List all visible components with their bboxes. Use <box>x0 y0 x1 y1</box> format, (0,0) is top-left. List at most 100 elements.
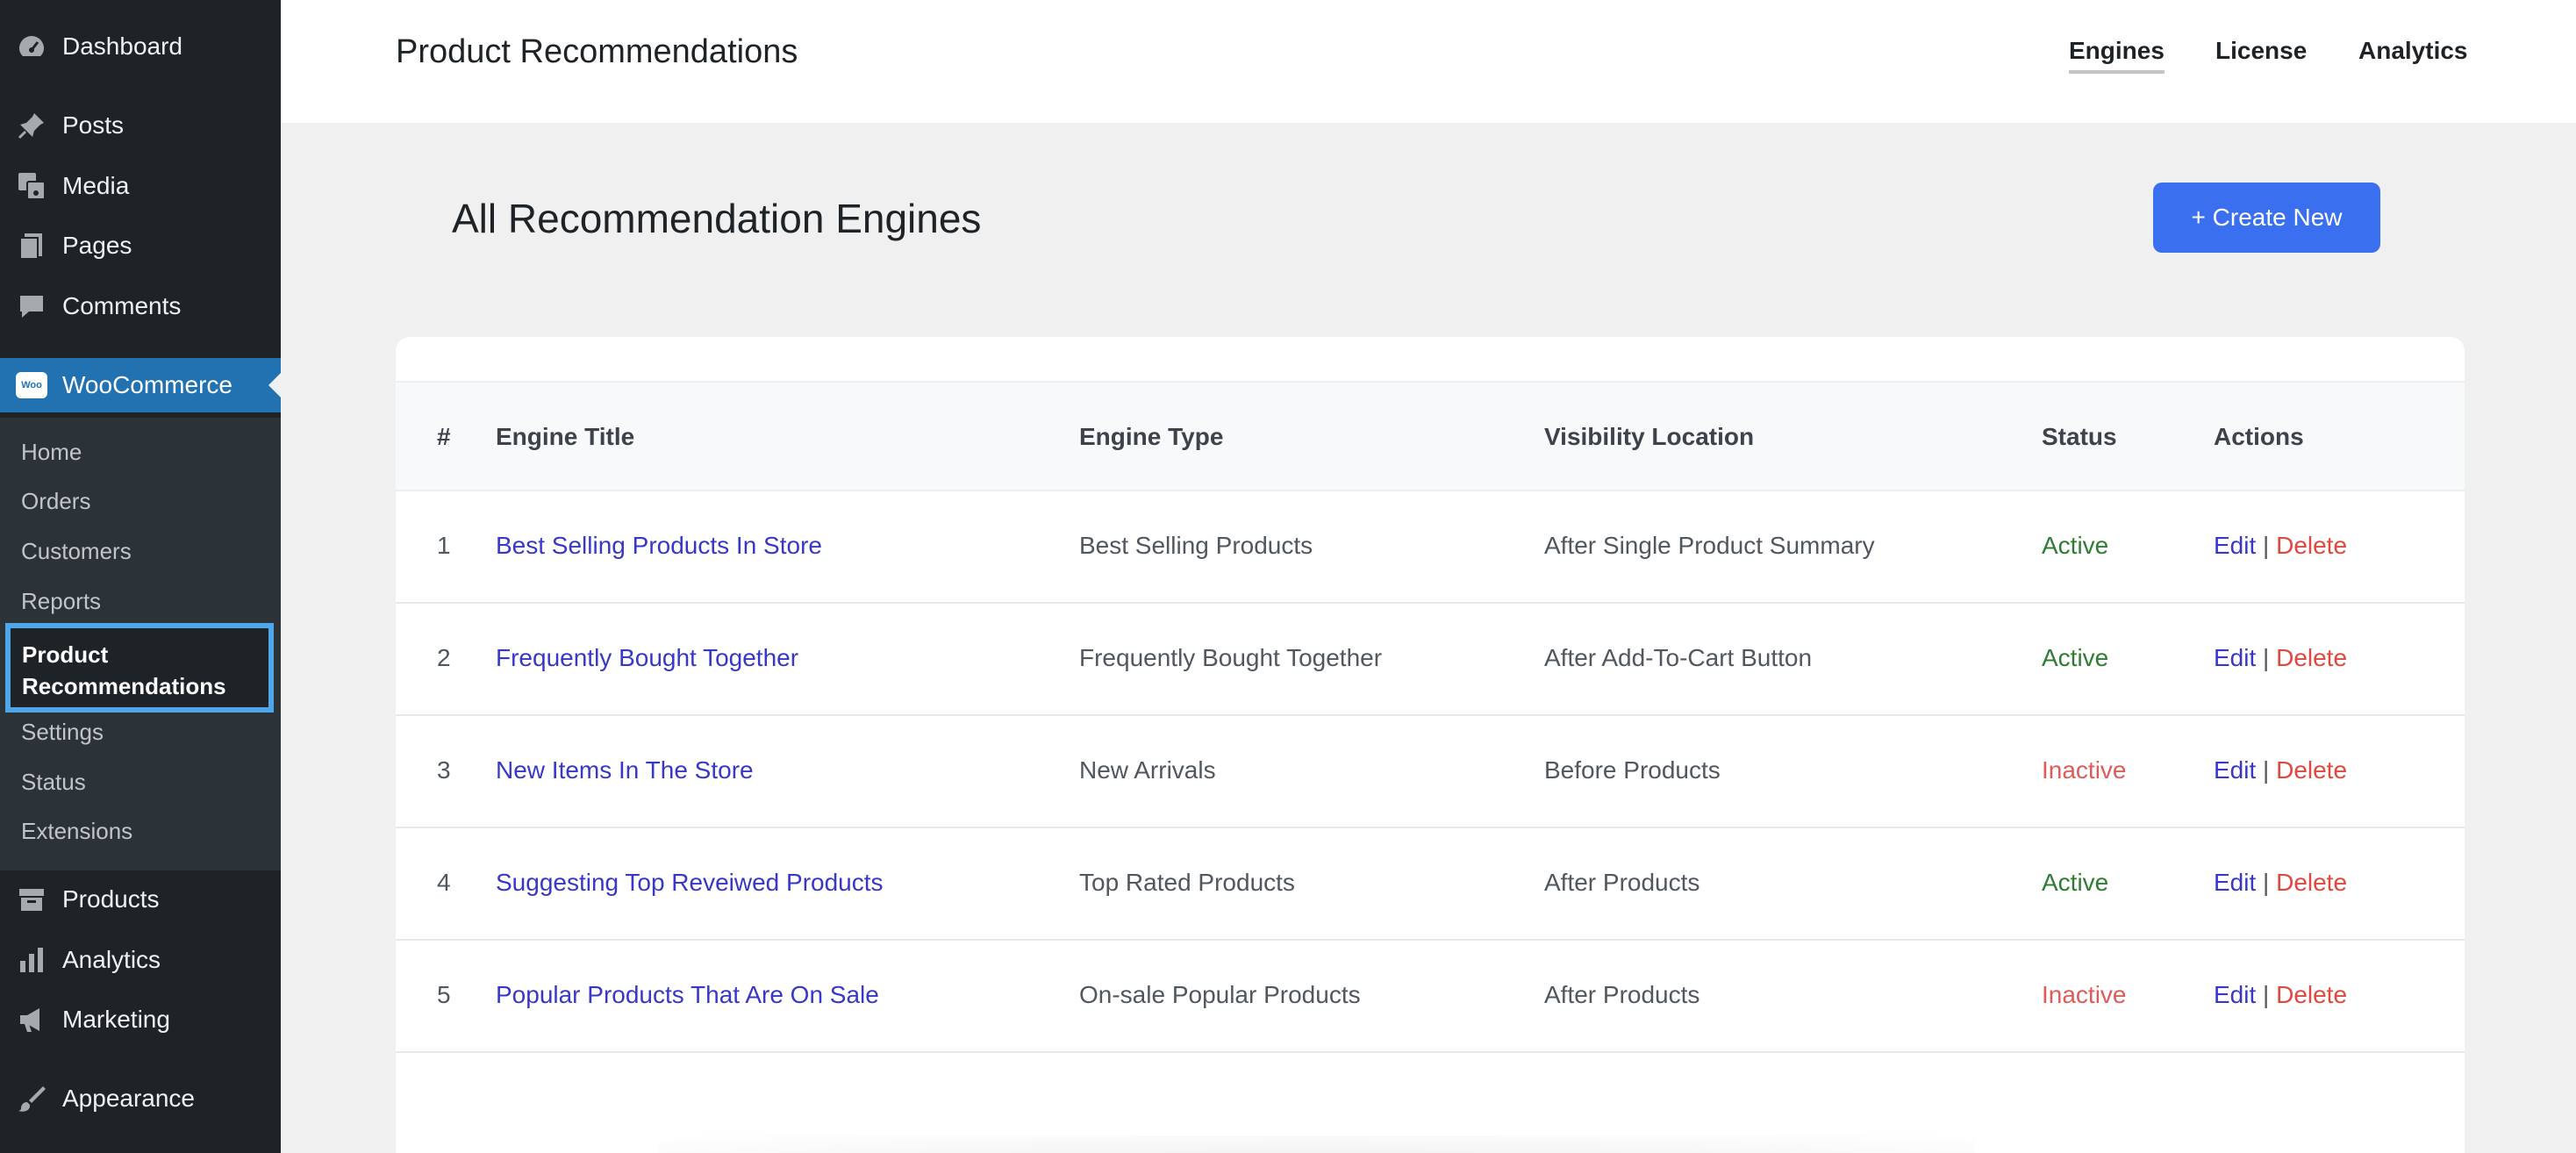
submenu-item-extensions[interactable]: Extensions <box>21 818 132 845</box>
sidebar-item-label: Analytics <box>62 946 161 973</box>
visibility-location: After Add-To-Cart Button <box>1544 644 1813 671</box>
sidebar-item-label: Comments <box>62 292 182 319</box>
delete-link[interactable]: Delete <box>2276 532 2347 559</box>
edit-link[interactable]: Edit <box>2214 756 2256 784</box>
brush-icon <box>16 1083 47 1114</box>
page-title: All Recommendation Engines <box>452 196 982 241</box>
column-header-number: # <box>437 423 451 450</box>
tab-analytics[interactable]: Analytics <box>2358 37 2468 65</box>
sidebar-item-label: Dashboard <box>62 32 182 60</box>
sidebar-item-media[interactable]: Media <box>0 159 281 213</box>
engine-title-link[interactable]: New Items In The Store <box>496 756 754 784</box>
sidebar-item-label: Posts <box>62 111 125 139</box>
delete-link[interactable]: Delete <box>2276 981 2347 1008</box>
sidebar-item-label: Products <box>62 885 160 913</box>
column-header-engine-title: Engine Title <box>496 423 635 450</box>
status-badge: Inactive <box>2042 756 2127 784</box>
table-row: 4 Suggesting Top Reveiwed Products Top R… <box>396 828 2465 941</box>
submenu-item-reports[interactable]: Reports <box>21 588 101 615</box>
engine-type: New Arrivals <box>1079 756 1216 784</box>
submenu-item-status[interactable]: Status <box>21 769 86 796</box>
status-badge: Inactive <box>2042 981 2127 1008</box>
column-header-visibility-location: Visibility Location <box>1544 423 1755 450</box>
submenu-label-line-2: Recommendations <box>22 673 226 699</box>
submenu-item-orders[interactable]: Orders <box>21 488 90 515</box>
engine-title-link[interactable]: Popular Products That Are On Sale <box>496 981 879 1009</box>
sidebar-item-comments[interactable]: Comments <box>0 279 281 333</box>
action-separator: | <box>2263 644 2270 671</box>
table-header: # Engine Title Engine Type Visibility Lo… <box>396 381 2465 491</box>
sidebar-item-woocommerce[interactable]: Woo WooCommerce <box>0 358 281 412</box>
delete-link[interactable]: Delete <box>2276 756 2347 784</box>
engine-title-link[interactable]: Suggesting Top Reveiwed Products <box>496 869 884 897</box>
row-actions: Edit | Delete <box>2214 756 2347 784</box>
delete-link[interactable]: Delete <box>2276 644 2347 671</box>
tab-license[interactable]: License <box>2215 37 2307 65</box>
edit-link[interactable]: Edit <box>2214 869 2256 896</box>
row-number: 4 <box>437 869 451 896</box>
row-actions: Edit | Delete <box>2214 532 2347 560</box>
header-title: Product Recommendations <box>396 33 798 70</box>
sidebar-item-label: Marketing <box>62 1006 170 1033</box>
action-separator: | <box>2263 869 2270 896</box>
sidebar-item-marketing[interactable]: Marketing <box>0 992 281 1047</box>
visibility-location: After Products <box>1544 869 1700 896</box>
sidebar-item-dashboard[interactable]: Dashboard <box>0 19 281 74</box>
woo-logo-text: Woo <box>16 372 47 398</box>
row-actions: Edit | Delete <box>2214 981 2347 1009</box>
submenu-item-customers[interactable]: Customers <box>21 538 132 565</box>
submenu-label-line-1: Product <box>22 641 109 668</box>
submenu-item-settings[interactable]: Settings <box>21 719 104 746</box>
sidebar-item-pages[interactable]: Pages <box>0 218 281 273</box>
row-number: 2 <box>437 644 451 671</box>
column-header-engine-type: Engine Type <box>1079 423 1224 450</box>
comment-icon <box>16 290 47 322</box>
status-badge: Active <box>2042 869 2109 896</box>
tab-engines[interactable]: Engines <box>2069 37 2165 74</box>
submenu-item-product-recommendations[interactable]: Product Recommendations <box>5 623 274 713</box>
action-separator: | <box>2263 532 2270 559</box>
action-separator: | <box>2263 981 2270 1008</box>
sidebar-item-appearance[interactable]: Appearance <box>0 1071 281 1126</box>
sidebar-item-label: WooCommerce <box>62 371 233 398</box>
edit-link[interactable]: Edit <box>2214 532 2256 559</box>
table-row: 5 Popular Products That Are On Sale On-s… <box>396 941 2465 1053</box>
sidebar-item-products[interactable]: Products <box>0 872 281 927</box>
engine-type: Best Selling Products <box>1079 532 1313 559</box>
sidebar-item-posts[interactable]: Posts <box>0 98 281 153</box>
status-badge: Active <box>2042 644 2109 671</box>
engine-type: On-sale Popular Products <box>1079 981 1361 1008</box>
create-new-button[interactable]: + Create New <box>2153 183 2380 253</box>
bar-chart-icon <box>16 944 47 976</box>
row-number: 1 <box>437 532 451 559</box>
woocommerce-submenu: Home Orders Customers Reports Product Rec… <box>0 418 281 870</box>
status-badge: Active <box>2042 532 2109 559</box>
row-number: 3 <box>437 756 451 784</box>
current-menu-arrow-icon <box>268 373 281 397</box>
engine-title-link[interactable]: Best Selling Products In Store <box>496 532 822 560</box>
sidebar-item-label: Pages <box>62 232 132 259</box>
column-header-status: Status <box>2042 423 2117 450</box>
pages-icon <box>16 230 47 261</box>
table-row: 2 Frequently Bought Together Frequently … <box>396 604 2465 716</box>
visibility-location: After Single Product Summary <box>1544 532 1875 559</box>
pin-icon <box>16 110 47 141</box>
delete-link[interactable]: Delete <box>2276 869 2347 896</box>
archive-icon <box>16 884 47 915</box>
edit-link[interactable]: Edit <box>2214 644 2256 671</box>
edit-link[interactable]: Edit <box>2214 981 2256 1008</box>
admin-sidebar: Dashboard Posts Media Pages Comments Woo… <box>0 0 281 1153</box>
engine-title-link[interactable]: Frequently Bought Together <box>496 644 798 672</box>
submenu-item-home[interactable]: Home <box>21 439 82 466</box>
sidebar-item-label: Media <box>62 172 130 199</box>
row-number: 5 <box>437 981 451 1008</box>
table-row: 1 Best Selling Products In Store Best Se… <box>396 491 2465 604</box>
sidebar-item-analytics[interactable]: Analytics <box>0 933 281 987</box>
row-actions: Edit | Delete <box>2214 869 2347 897</box>
engines-table-card: # Engine Title Engine Type Visibility Lo… <box>396 337 2465 1153</box>
action-separator: | <box>2263 756 2270 784</box>
card-shadow <box>659 1135 1975 1153</box>
submenu-item-label: Product Recommendations <box>22 639 226 702</box>
dashboard-icon <box>16 31 47 62</box>
megaphone-icon <box>16 1004 47 1035</box>
